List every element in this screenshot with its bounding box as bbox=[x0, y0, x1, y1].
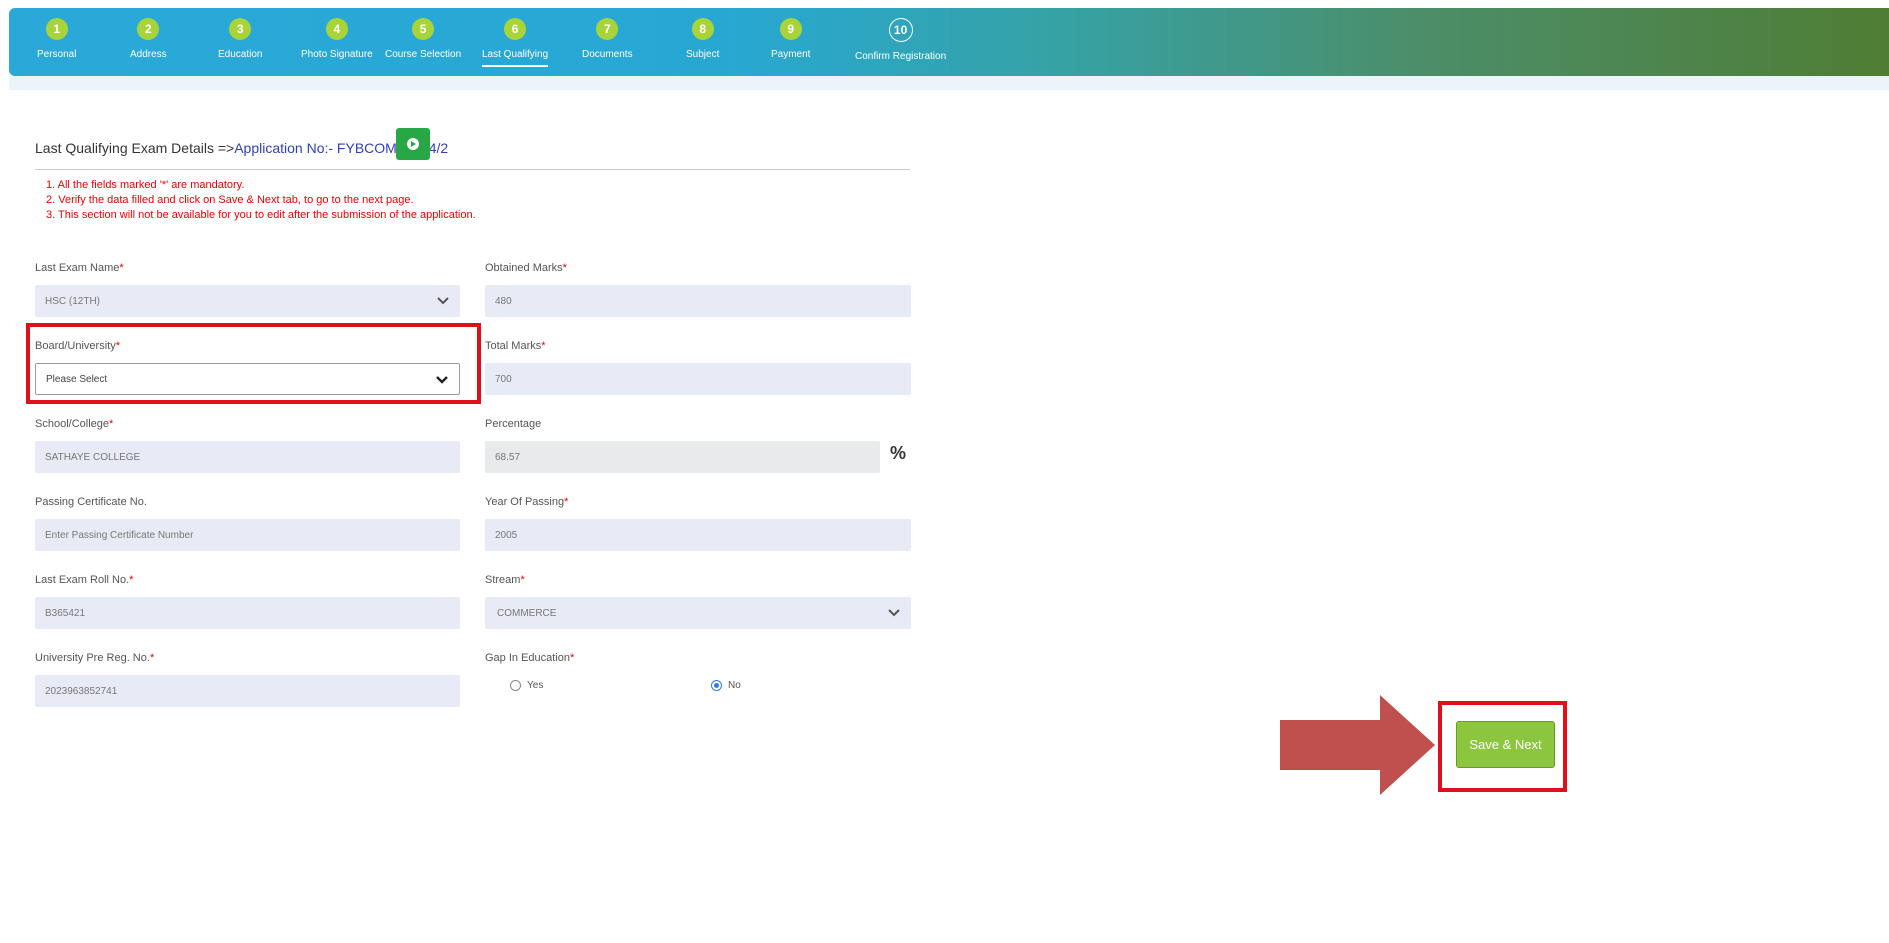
year-of-passing-value: 2005 bbox=[495, 529, 518, 541]
step-label: Course Selection bbox=[385, 49, 462, 60]
save-next-button[interactable]: Save & Next bbox=[1456, 721, 1555, 768]
step-label: Last Qualifying bbox=[482, 49, 549, 67]
play-circle-icon bbox=[407, 138, 419, 150]
gap-yes-label: Yes bbox=[527, 680, 544, 691]
radio-unchecked-icon bbox=[510, 680, 521, 691]
roll-no-label: Last Exam Roll No.* bbox=[35, 574, 134, 586]
step-number: 3 bbox=[229, 18, 252, 40]
obtained-marks-label: Obtained Marks* bbox=[485, 262, 567, 274]
section-title: Last Qualifying Exam Details => bbox=[35, 140, 235, 156]
instruction-1: 1. All the fields marked '*' are mandato… bbox=[46, 179, 245, 191]
percentage-label: Percentage bbox=[485, 418, 542, 430]
passing-cert-input[interactable]: Enter Passing Certificate Number bbox=[35, 519, 460, 551]
pre-reg-value: 2023963852741 bbox=[45, 685, 118, 697]
passing-cert-placeholder: Enter Passing Certificate Number bbox=[45, 529, 194, 541]
last-exam-name-label: Last Exam Name* bbox=[35, 262, 124, 274]
step-number: 1 bbox=[45, 18, 68, 40]
step-label: Payment bbox=[771, 49, 811, 60]
step-photo-signature[interactable]: 4 Photo Signature bbox=[301, 18, 373, 60]
step-address[interactable]: 2 Address bbox=[130, 18, 167, 60]
instruction-2: 2. Verify the data filled and click on S… bbox=[46, 194, 414, 206]
go-button[interactable] bbox=[396, 128, 430, 160]
roll-no-value: B365421 bbox=[45, 607, 86, 619]
percentage-value: 68.57 bbox=[495, 451, 521, 463]
gap-no-label: No bbox=[728, 680, 741, 691]
pre-reg-input[interactable]: 2023963852741 bbox=[35, 675, 460, 707]
percent-symbol: % bbox=[890, 443, 907, 463]
instructions: 1. All the fields marked '*' are mandato… bbox=[46, 178, 476, 223]
step-number: 4 bbox=[325, 18, 348, 40]
step-course-selection[interactable]: 5 Course Selection bbox=[385, 18, 461, 60]
passing-cert-label: Passing Certificate No. bbox=[35, 496, 147, 508]
school-college-input[interactable]: SATHAYE COLLEGE bbox=[35, 441, 460, 473]
step-number: 7 bbox=[596, 18, 619, 40]
page-title: Last Qualifying Exam Details =>Applicati… bbox=[35, 140, 448, 156]
gap-yes-radio[interactable]: Yes bbox=[510, 680, 543, 691]
step-label: Confirm Registration bbox=[855, 51, 947, 62]
board-university-highlight bbox=[26, 323, 481, 404]
chevron-down-icon bbox=[888, 609, 900, 617]
gap-in-education-label: Gap In Education* bbox=[485, 652, 575, 664]
step-number: 9 bbox=[779, 18, 802, 40]
year-of-passing-label: Year Of Passing* bbox=[485, 496, 569, 508]
last-exam-name-value: HSC (12TH) bbox=[45, 295, 101, 307]
instruction-3: 3. This section will not be available fo… bbox=[46, 209, 476, 221]
divider bbox=[35, 169, 910, 170]
step-label: Documents bbox=[582, 49, 633, 60]
total-marks-value: 700 bbox=[495, 373, 512, 385]
school-college-label: School/College* bbox=[35, 418, 114, 430]
step-confirm-registration[interactable]: 10 Confirm Registration bbox=[855, 18, 946, 62]
step-personal[interactable]: 1 Personal bbox=[37, 18, 76, 60]
total-marks-input[interactable]: 700 bbox=[485, 363, 911, 395]
stepper-shadow-band bbox=[9, 76, 1889, 90]
chevron-down-icon bbox=[437, 297, 449, 305]
roll-no-input[interactable]: B365421 bbox=[35, 597, 460, 629]
step-label: Photo Signature bbox=[301, 49, 373, 60]
step-number: 10 bbox=[888, 18, 913, 42]
radio-checked-icon bbox=[711, 680, 722, 691]
step-number: 6 bbox=[504, 18, 527, 40]
step-label: Subject bbox=[686, 49, 720, 60]
total-marks-label: Total Marks* bbox=[485, 340, 546, 352]
stream-value: COMMERCE bbox=[497, 607, 557, 619]
last-exam-name-select[interactable]: HSC (12TH) bbox=[35, 285, 460, 317]
right-arrow-icon bbox=[1280, 695, 1435, 795]
step-number: 2 bbox=[137, 18, 160, 40]
step-documents[interactable]: 7 Documents bbox=[582, 18, 633, 60]
step-education[interactable]: 3 Education bbox=[218, 18, 262, 60]
percentage-input: 68.57 bbox=[485, 441, 880, 473]
school-college-value: SATHAYE COLLEGE bbox=[45, 451, 141, 463]
registration-stepper: 1 Personal 2 Address 3 Education 4 Photo Sig… bbox=[9, 8, 1889, 76]
step-number: 5 bbox=[412, 18, 435, 40]
step-label: Address bbox=[130, 49, 167, 60]
pre-reg-label: University Pre Reg. No.* bbox=[35, 652, 155, 664]
year-of-passing-input[interactable]: 2005 bbox=[485, 519, 911, 551]
gap-no-radio[interactable]: No bbox=[711, 680, 741, 691]
step-label: Education bbox=[218, 49, 263, 60]
stream-label: Stream* bbox=[485, 574, 525, 586]
step-number: 8 bbox=[691, 18, 714, 40]
stream-select[interactable]: COMMERCE bbox=[485, 597, 911, 629]
step-subject[interactable]: 8 Subject bbox=[686, 18, 719, 60]
obtained-marks-input[interactable]: 480 bbox=[485, 285, 911, 317]
obtained-marks-value: 480 bbox=[495, 295, 512, 307]
step-label: Personal bbox=[37, 49, 77, 60]
step-payment[interactable]: 9 Payment bbox=[771, 18, 810, 60]
step-last-qualifying[interactable]: 6 Last Qualifying bbox=[482, 18, 549, 67]
